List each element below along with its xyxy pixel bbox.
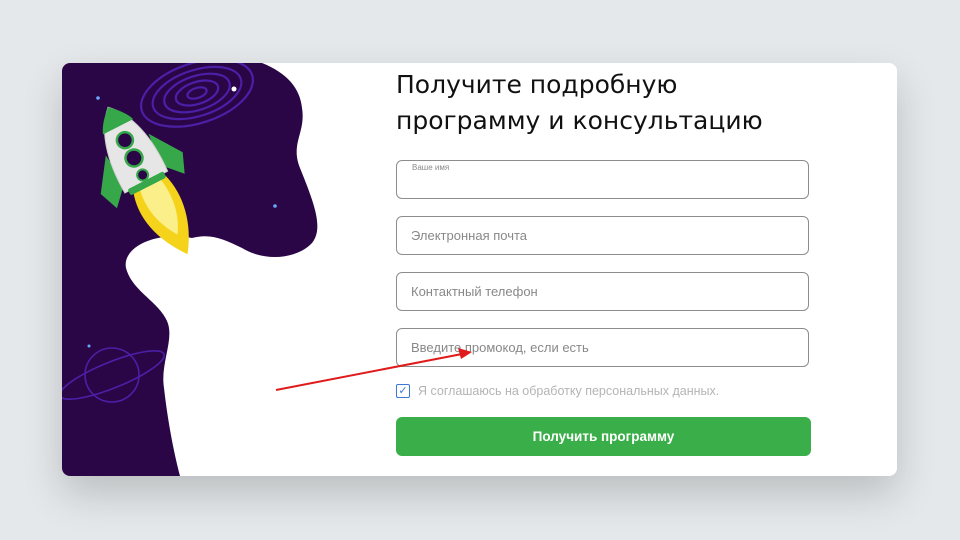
form-title-line-2: программу и консультацию <box>396 106 763 135</box>
checkmark-icon: ✓ <box>398 384 408 397</box>
consent-label: Я соглашаюсь на обработку персональных д… <box>418 384 720 398</box>
submit-button[interactable]: Получить программу <box>396 417 811 456</box>
phone-input[interactable] <box>397 273 808 310</box>
promo-input[interactable] <box>397 329 808 366</box>
form-title-line-1: Получите подробную <box>396 70 678 99</box>
space-illustration <box>62 63 318 476</box>
name-input[interactable] <box>397 161 808 198</box>
form-title: Получите подробную программу и консульта… <box>396 67 816 139</box>
promo-field[interactable] <box>396 328 809 367</box>
name-field[interactable]: Ваше имя <box>396 160 809 199</box>
email-input[interactable] <box>397 217 808 254</box>
consent-checkbox[interactable]: ✓ <box>396 384 410 398</box>
form-card: Получите подробную программу и консульта… <box>62 63 897 476</box>
email-field[interactable] <box>396 216 809 255</box>
consent-row[interactable]: ✓ Я соглашаюсь на обработку персональных… <box>396 383 816 401</box>
phone-field[interactable] <box>396 272 809 311</box>
